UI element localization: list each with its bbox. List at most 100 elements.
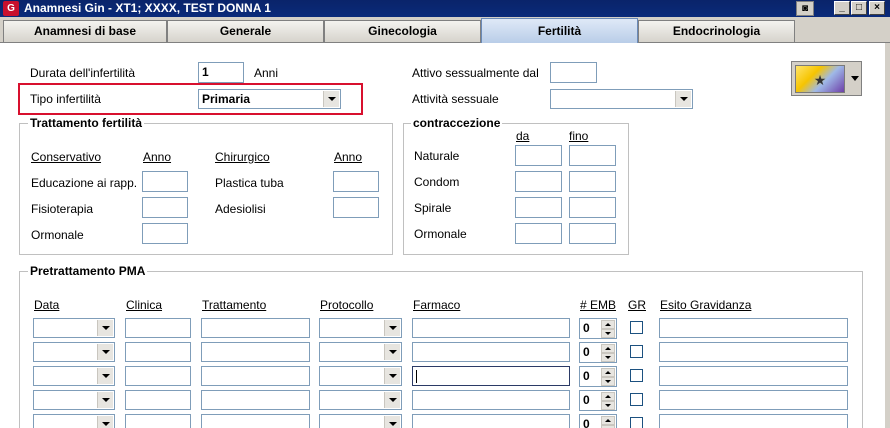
spinner-up-icon[interactable] [601,320,615,329]
condom-fino-input[interactable] [569,171,616,192]
ormonale-anno-input[interactable] [142,223,188,244]
pma-farmaco-input[interactable] [412,366,570,386]
pma-data-select[interactable] [33,318,115,338]
educazione-anno-input[interactable] [142,171,188,192]
camera-icon[interactable]: ◙ [796,1,814,16]
attivita-select[interactable] [550,89,693,109]
maximize-button[interactable]: □ [851,1,867,15]
chevron-down-icon[interactable] [384,320,400,336]
chevron-down-icon[interactable] [97,416,113,428]
pma-esito-input[interactable] [659,390,848,410]
ormonale-fino-input[interactable] [569,223,616,244]
naturale-fino-input[interactable] [569,145,616,166]
chevron-down-icon[interactable] [675,91,691,107]
pma-esito-input[interactable] [659,366,848,386]
pma-esito-input[interactable] [659,318,848,338]
pma-data-select[interactable] [33,342,115,362]
pma-gr-checkbox[interactable] [630,369,643,382]
pma-emb-spinner[interactable]: 0 [579,342,617,363]
spinner-up-icon[interactable] [601,368,615,377]
pma-clinica-input[interactable] [125,390,191,410]
vertical-scrollbar[interactable] [885,43,890,428]
chevron-down-icon[interactable] [97,392,113,408]
pma-emb-spinner[interactable]: 0 [579,390,617,411]
condom-da-input[interactable] [515,171,562,192]
tipo-infertilita-select[interactable]: Primaria [198,89,341,109]
tab-generale[interactable]: Generale [167,20,324,42]
chevron-down-icon[interactable] [323,91,339,107]
title-bar: G Anamnesi Gin - XT1; XXXX, TEST DONNA 1… [0,0,890,17]
spirale-fino-input[interactable] [569,197,616,218]
attivo-input[interactable] [550,62,597,83]
contraccezione-title: contraccezione [411,116,503,130]
spinner-up-icon[interactable] [601,392,615,401]
pma-gr-checkbox[interactable] [630,393,643,406]
plastica-anno-input[interactable] [333,171,379,192]
minimize-button[interactable]: _ [834,1,850,15]
chirurgico-header: Chirurgico [215,150,270,164]
pma-gr-checkbox[interactable] [630,417,643,428]
attivo-label: Attivo sessualmente dal [412,66,539,80]
anno-header: Anno [143,150,172,164]
spinner-down-icon[interactable] [601,353,615,362]
da-header: da [516,129,530,143]
pma-gr-checkbox[interactable] [630,345,643,358]
pma-trattamento-input[interactable] [201,366,310,386]
naturale-da-input[interactable] [515,145,562,166]
pma-trattamento-input[interactable] [201,390,310,410]
chevron-down-icon[interactable] [97,344,113,360]
spinner-down-icon[interactable] [601,377,615,386]
chevron-down-icon[interactable] [384,368,400,384]
spirale-da-input[interactable] [515,197,562,218]
dropdown-arrow-icon[interactable] [851,76,859,81]
spinner-down-icon[interactable] [601,401,615,410]
pma-clinica-input[interactable] [125,366,191,386]
pma-data-select[interactable] [33,366,115,386]
pma-farmaco-input[interactable] [412,390,570,410]
pma-emb-spinner[interactable]: 0 [579,414,617,428]
pma-trattamento-input[interactable] [201,414,310,428]
close-button[interactable]: × [869,1,885,15]
pma-protocollo-select[interactable] [319,414,402,428]
tab-anamnesi-di-base[interactable]: Anamnesi di base [3,20,167,42]
wizard-button[interactable]: ★ [791,61,862,96]
spinner-down-icon[interactable] [601,329,615,338]
pma-data-select[interactable] [33,414,115,428]
pma-farmaco-input[interactable] [412,318,570,338]
durata-input[interactable]: 1 [198,62,244,83]
tipo-infertilita-label: Tipo infertilità [30,92,101,106]
chevron-down-icon[interactable] [97,368,113,384]
tab-endocrinologia[interactable]: Endocrinologia [638,20,795,42]
pma-farmaco-input[interactable] [412,414,570,428]
pma-esito-input[interactable] [659,414,848,428]
tab-fertilita[interactable]: Fertilità [481,18,638,43]
pma-clinica-input[interactable] [125,414,191,428]
pma-farmaco-input[interactable] [412,342,570,362]
adesiolisi-anno-input[interactable] [333,197,379,218]
pma-clinica-input[interactable] [125,318,191,338]
pma-esito-input[interactable] [659,342,848,362]
pma-emb-spinner[interactable]: 0 [579,318,617,339]
pma-header-emb: # EMB [580,298,617,312]
spinner-up-icon[interactable] [601,416,615,425]
chevron-down-icon[interactable] [384,344,400,360]
pma-emb-spinner[interactable]: 0 [579,366,617,387]
pma-clinica-input[interactable] [125,342,191,362]
pma-protocollo-select[interactable] [319,318,402,338]
chirurgico-item: Adesiolisi [215,202,266,216]
pma-title: Pretrattamento PMA [28,264,148,278]
pma-protocollo-select[interactable] [319,342,402,362]
tab-ginecologia[interactable]: Ginecologia [324,20,481,42]
chevron-down-icon[interactable] [384,392,400,408]
pma-data-select[interactable] [33,390,115,410]
chevron-down-icon[interactable] [97,320,113,336]
pma-trattamento-input[interactable] [201,342,310,362]
ormonale-da-input[interactable] [515,223,562,244]
fisioterapia-anno-input[interactable] [142,197,188,218]
pma-protocollo-select[interactable] [319,390,402,410]
pma-protocollo-select[interactable] [319,366,402,386]
pma-gr-checkbox[interactable] [630,321,643,334]
spinner-up-icon[interactable] [601,344,615,353]
pma-trattamento-input[interactable] [201,318,310,338]
chevron-down-icon[interactable] [384,416,400,428]
